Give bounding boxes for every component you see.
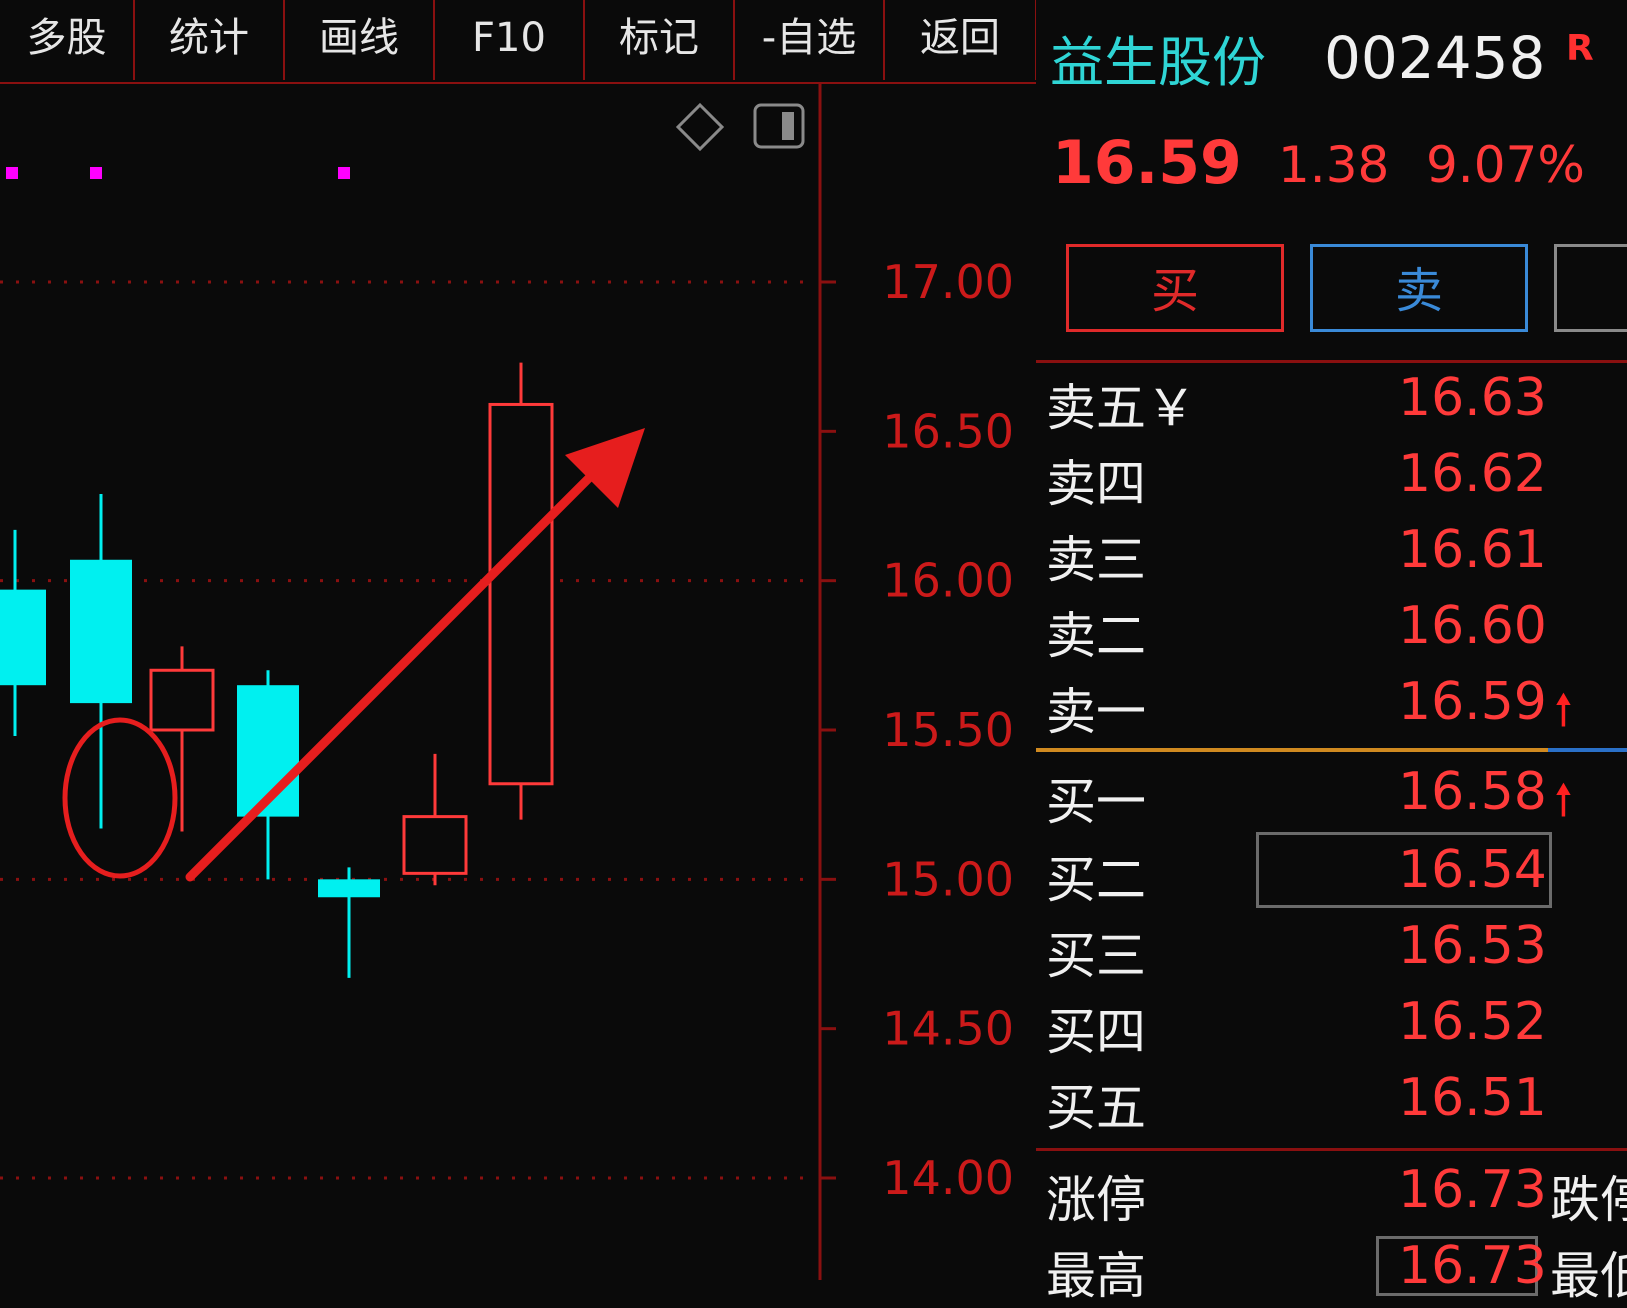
ask-row-3[interactable]: 卖三 16.61 xyxy=(1046,520,1626,596)
day-high-price: 16.73 xyxy=(1398,1236,1547,1296)
price-tick-label: 15.50 xyxy=(882,703,1014,757)
ask-label: 卖二 xyxy=(1046,607,1146,665)
bid-label: 买四 xyxy=(1046,1003,1146,1061)
bid-label: 买一 xyxy=(1046,773,1146,831)
up-arrow-icon: 🠕 xyxy=(1554,775,1573,826)
candle xyxy=(70,494,132,829)
bid-price: 16.53 xyxy=(1398,916,1547,976)
ask-row-5[interactable]: 卖五￥ 16.63 xyxy=(1046,368,1626,444)
day-high-label: 最高 xyxy=(1046,1247,1146,1305)
kline-chart-pane[interactable]: 多股 统计 画线 F10 标记 -自选 返回 17.00 16.50 16.00 15… xyxy=(0,0,1037,1280)
bid-label: 买三 xyxy=(1046,927,1146,985)
candle-body xyxy=(402,815,468,875)
diamond-icon[interactable] xyxy=(675,102,725,152)
candle xyxy=(318,867,380,978)
divider xyxy=(1036,1148,1627,1151)
price-change-percent: 9.07% xyxy=(1426,136,1585,194)
up-arrow-icon: 🠕 xyxy=(1554,685,1573,736)
price-change: 1.38 xyxy=(1278,136,1390,194)
price-axis-ticks: 17.00 16.50 16.00 15.50 15.00 14.50 14.00 xyxy=(820,255,1014,1205)
bid-row-2[interactable]: 买二 16.54 xyxy=(1046,832,1626,916)
ask-price: 16.62 xyxy=(1398,444,1547,504)
spread-divider xyxy=(1036,748,1548,752)
bid-row-4[interactable]: 买四 16.52 xyxy=(1046,992,1626,1068)
bid-label: 买二 xyxy=(1046,851,1146,909)
bid-row-5[interactable]: 买五 16.51 xyxy=(1046,1068,1626,1144)
limit-up-price: 16.73 xyxy=(1398,1160,1547,1220)
price-tick-label: 17.00 xyxy=(882,255,1014,309)
candle-body xyxy=(70,559,132,704)
buy-button[interactable]: 买 xyxy=(1066,244,1284,332)
candle-body xyxy=(0,589,46,686)
last-price: 16.59 xyxy=(1052,128,1242,198)
margin-flag-badge: R xyxy=(1566,28,1594,69)
grid-layer xyxy=(0,280,805,1180)
signal-marker xyxy=(90,167,102,179)
price-tick-label: 14.50 xyxy=(882,1002,1014,1056)
annotation-circle xyxy=(62,717,178,879)
candle xyxy=(0,529,46,736)
bid-row-3[interactable]: 买三 16.53 xyxy=(1046,916,1626,992)
ask-label: 卖五￥ xyxy=(1046,379,1196,437)
sell-button[interactable]: 卖 xyxy=(1310,244,1528,332)
extra-trade-button[interactable] xyxy=(1554,244,1627,332)
divider xyxy=(1036,360,1627,363)
ask-row-1[interactable]: 卖一 16.59 🠕 xyxy=(1046,672,1626,748)
price-tick-label: 16.50 xyxy=(882,404,1014,458)
stock-code: 002458 xyxy=(1324,24,1546,92)
bid-row-1[interactable]: 买一 16.58 🠕 xyxy=(1046,762,1626,838)
ask-price: 16.63 xyxy=(1398,368,1547,428)
quote-panel: 益生股份 002458 R 16.59 1.38 9.07% 买 卖 卖五￥ 1… xyxy=(1036,0,1627,1305)
ask-price: 16.59 xyxy=(1398,672,1547,732)
stock-name: 益生股份 xyxy=(1050,31,1266,94)
bid-price: 16.51 xyxy=(1398,1068,1547,1128)
ask-row-4[interactable]: 卖四 16.62 xyxy=(1046,444,1626,520)
limit-up-label: 涨停 xyxy=(1046,1171,1146,1229)
bid-label: 买五 xyxy=(1046,1079,1146,1137)
bid-price: 16.58 xyxy=(1398,762,1547,822)
panel-toggle-icon[interactable] xyxy=(753,103,805,149)
ask-price: 16.60 xyxy=(1398,596,1547,656)
ask-price: 16.61 xyxy=(1398,520,1547,580)
candle xyxy=(149,646,215,832)
bid-price: 16.52 xyxy=(1398,992,1547,1052)
spread-divider-accent xyxy=(1548,748,1627,752)
limit-down-label: 跌停 xyxy=(1550,1171,1627,1229)
price-tick-label: 14.00 xyxy=(882,1151,1014,1205)
candle-body xyxy=(318,879,380,898)
price-tick-label: 15.00 xyxy=(882,852,1014,906)
candle xyxy=(402,753,468,886)
candle xyxy=(488,362,554,820)
candle-body xyxy=(149,668,215,732)
candles-layer xyxy=(0,362,554,978)
candle-body xyxy=(488,402,554,786)
candlestick-chart[interactable]: 17.00 16.50 16.00 15.50 15.00 14.50 14.00 xyxy=(0,0,1036,1280)
bid-price: 16.54 xyxy=(1398,840,1547,900)
ask-label: 卖三 xyxy=(1046,531,1146,589)
ask-row-2[interactable]: 卖二 16.60 xyxy=(1046,596,1626,672)
signal-marker xyxy=(338,167,350,179)
price-tick-label: 16.00 xyxy=(882,554,1014,608)
ask-label: 卖四 xyxy=(1046,455,1146,513)
day-low-label: 最低 xyxy=(1550,1247,1627,1305)
ask-label: 卖一 xyxy=(1046,683,1146,741)
signal-marker xyxy=(6,167,18,179)
